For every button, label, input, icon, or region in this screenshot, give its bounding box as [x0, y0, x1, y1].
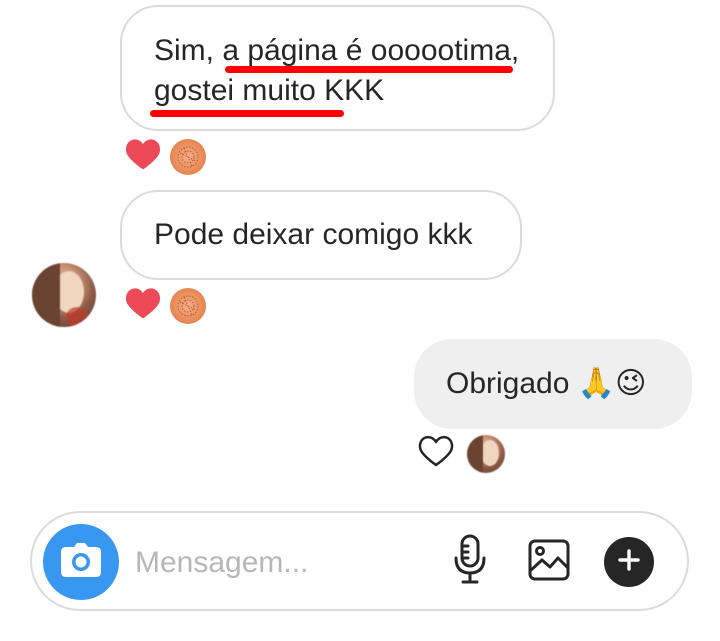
message-reactions[interactable]	[124, 286, 206, 325]
add-button[interactable]	[604, 537, 654, 587]
avatar	[467, 434, 505, 473]
gallery-button[interactable]	[526, 539, 572, 585]
microphone-button[interactable]	[450, 534, 490, 589]
microphone-icon	[453, 534, 487, 589]
reactor-badge	[170, 287, 206, 324]
message-input[interactable]: Mensagem...	[135, 543, 308, 583]
incoming-message-bubble[interactable]: Pode deixar comigo kkk	[120, 190, 522, 280]
underline-annotation	[225, 66, 513, 73]
camera-button[interactable]	[43, 524, 119, 600]
message-composer: Mensagem...	[30, 511, 689, 611]
outgoing-message-bubble[interactable]: Obrigado 🙏😉	[414, 339, 692, 429]
heart-outline-icon[interactable]	[417, 434, 455, 473]
camera-icon	[61, 542, 101, 582]
sender-avatar[interactable]	[32, 263, 96, 327]
heart-icon	[124, 137, 162, 176]
message-reactions[interactable]	[124, 137, 206, 176]
message-text: Obrigado 🙏😉	[446, 367, 647, 400]
gallery-icon	[528, 539, 570, 586]
message-reactions[interactable]	[417, 434, 505, 473]
underline-annotation	[150, 110, 344, 117]
message-text: Pode deixar comigo kkk	[154, 218, 473, 251]
heart-icon	[124, 286, 162, 325]
plus-icon	[617, 548, 641, 577]
reactor-badge	[170, 138, 206, 175]
